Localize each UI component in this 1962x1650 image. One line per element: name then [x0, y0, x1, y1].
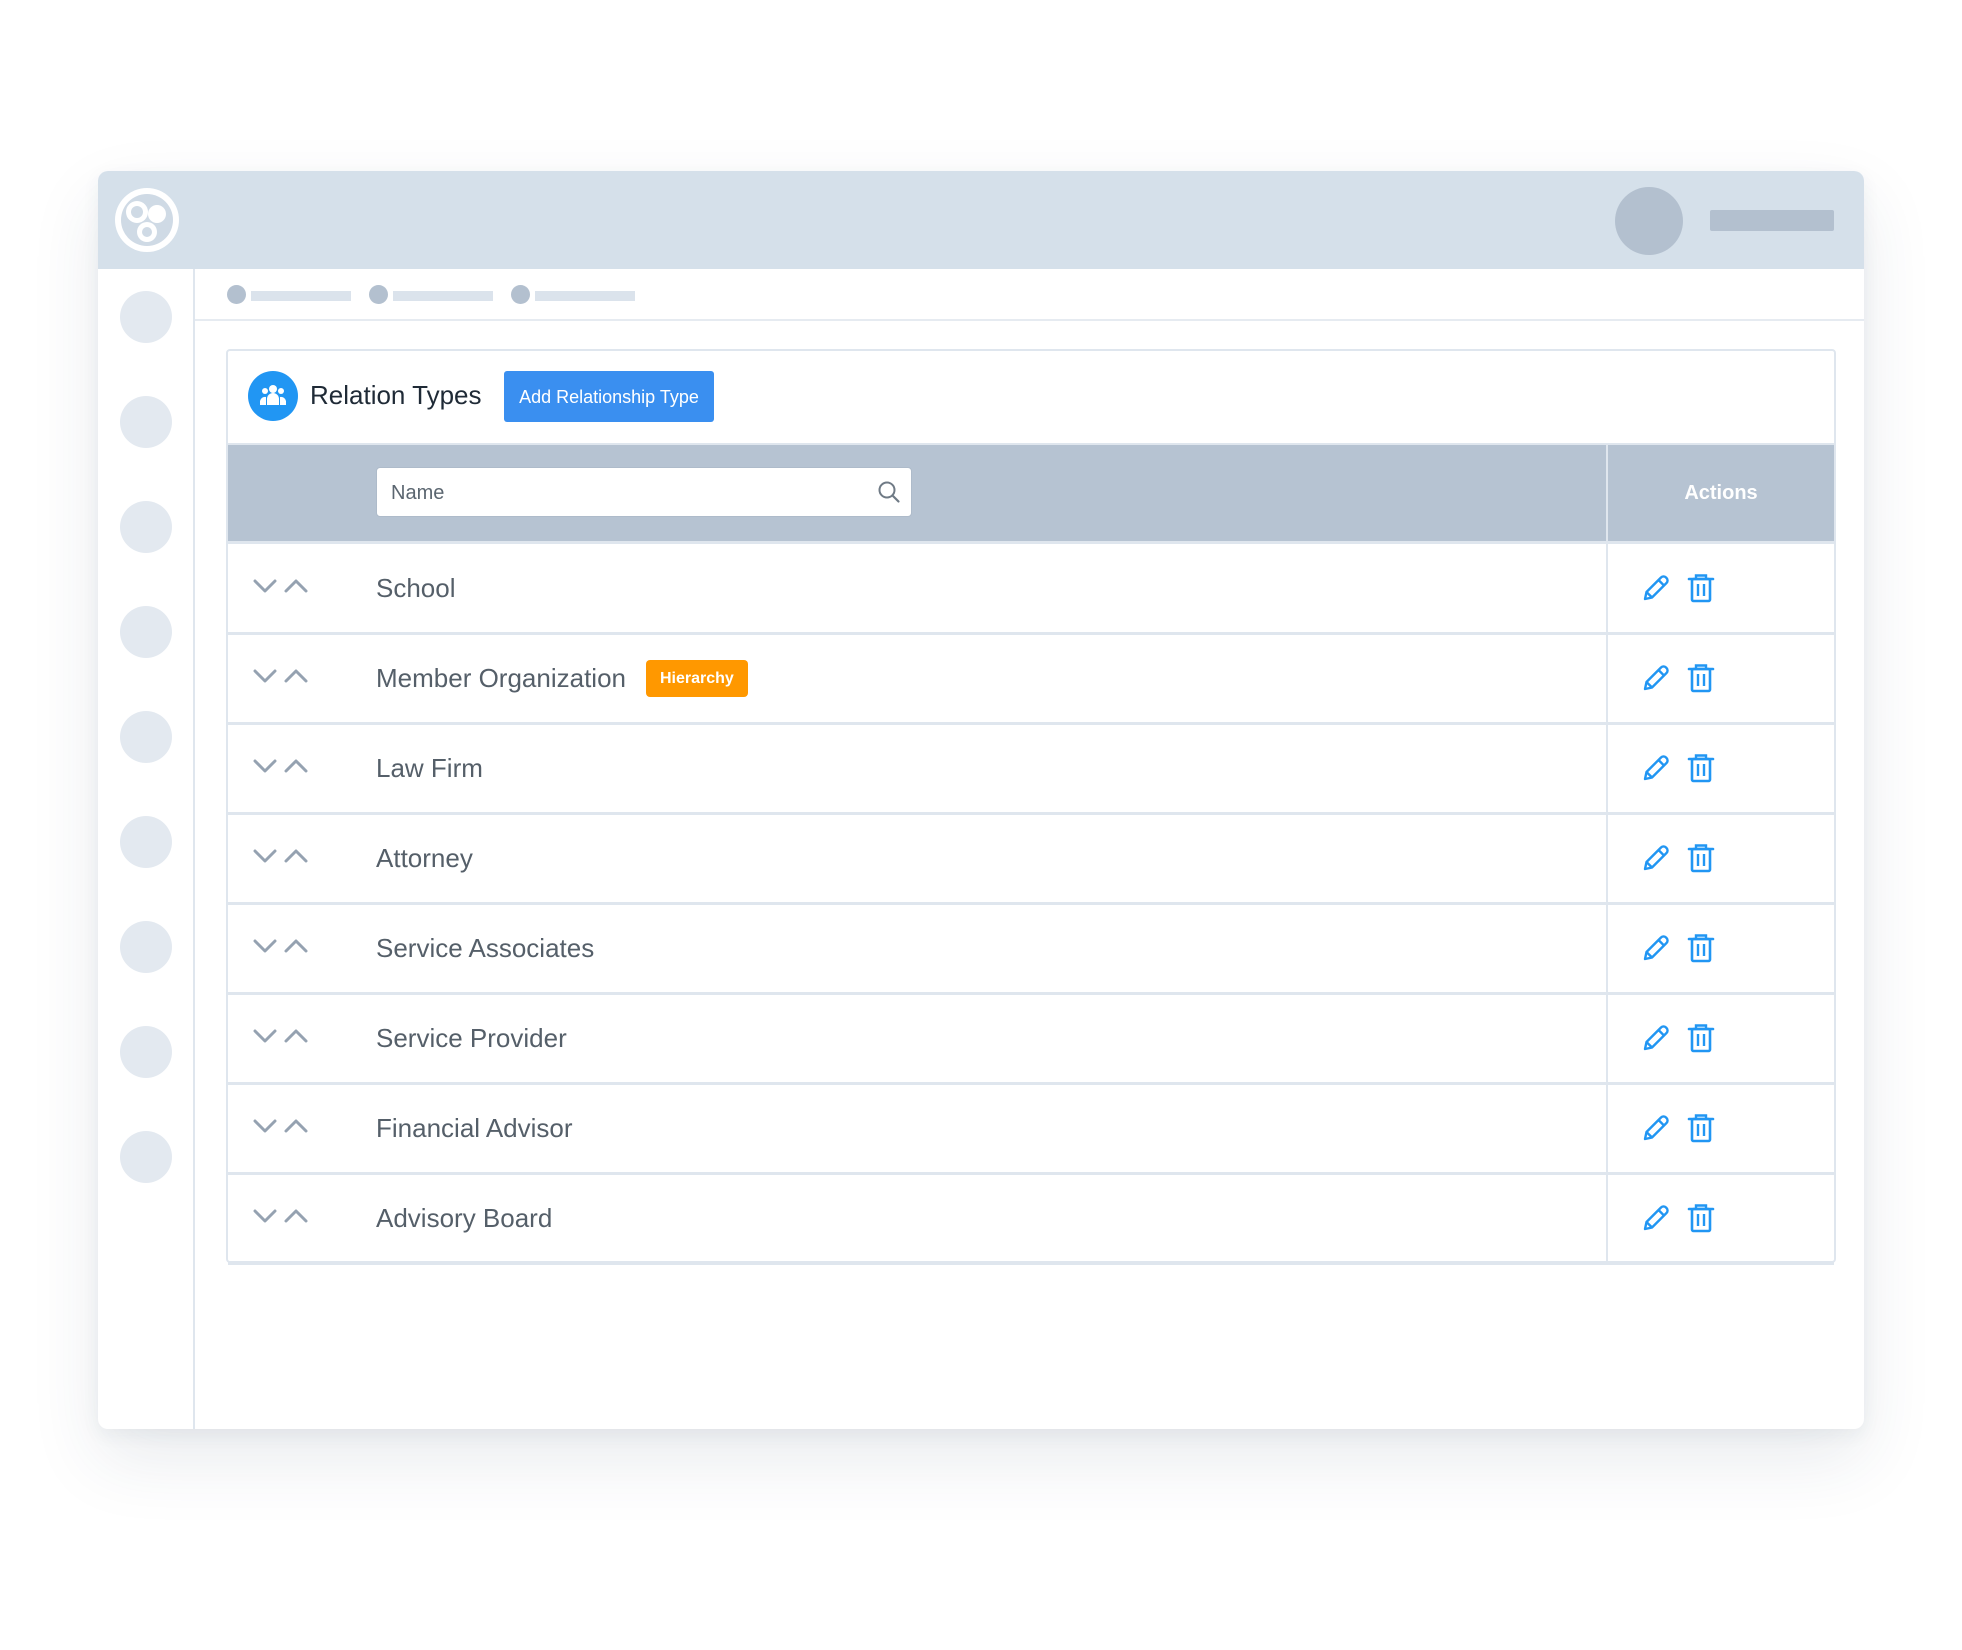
avatar[interactable]	[1615, 187, 1683, 255]
table-row: Advisory Board	[228, 1174, 1834, 1265]
sidebar-item[interactable]	[120, 816, 172, 868]
chevron-down-icon[interactable]	[252, 757, 278, 775]
breadcrumb	[195, 269, 1864, 321]
column-divider	[1606, 1174, 1608, 1265]
relation-type-name: Member Organization	[376, 663, 626, 693]
breadcrumb-dot	[511, 285, 530, 304]
table-row: Financial Advisor	[228, 1084, 1834, 1175]
panel-header: Relation Types Add Relationship Type	[228, 351, 1834, 445]
top-bar	[98, 171, 1864, 269]
breadcrumb-dot	[369, 285, 388, 304]
breadcrumb-item[interactable]	[251, 291, 351, 301]
table-row: Attorney	[228, 814, 1834, 905]
relation-type-name: Law Firm	[376, 753, 483, 783]
breadcrumb-dot	[227, 285, 246, 304]
chevron-up-icon[interactable]	[283, 937, 309, 955]
add-relationship-type-button[interactable]: Add Relationship Type	[504, 371, 714, 422]
pencil-edit-icon[interactable]	[1639, 1201, 1673, 1235]
chevron-down-icon[interactable]	[252, 847, 278, 865]
trash-delete-icon[interactable]	[1684, 841, 1718, 875]
column-divider	[1606, 994, 1608, 1085]
relation-type-name: Attorney	[376, 843, 473, 873]
trash-delete-icon[interactable]	[1684, 1021, 1718, 1055]
breadcrumb-item[interactable]	[535, 291, 635, 301]
chevron-up-icon[interactable]	[283, 1207, 309, 1225]
column-divider	[1606, 814, 1608, 905]
sidebar-item[interactable]	[120, 606, 172, 658]
column-divider	[1606, 904, 1608, 995]
trash-delete-icon[interactable]	[1684, 1201, 1718, 1235]
column-divider	[1606, 724, 1608, 815]
sidebar-item[interactable]	[120, 291, 172, 343]
hierarchy-badge: Hierarchy	[646, 660, 748, 697]
sidebar-item[interactable]	[120, 921, 172, 973]
pencil-edit-icon[interactable]	[1639, 931, 1673, 965]
relation-type-name: Financial Advisor	[376, 1113, 573, 1143]
username-placeholder	[1710, 210, 1834, 231]
pencil-edit-icon[interactable]	[1639, 661, 1673, 695]
trash-delete-icon[interactable]	[1684, 751, 1718, 785]
table-row: Member Organization Hierarchy	[228, 634, 1834, 725]
chevron-down-icon[interactable]	[252, 1207, 278, 1225]
relation-type-name: Service Provider	[376, 1023, 567, 1053]
table-row: Service Provider	[228, 994, 1834, 1085]
people-group-icon	[248, 371, 298, 421]
table-row: School	[228, 544, 1834, 635]
chevron-up-icon[interactable]	[283, 1117, 309, 1135]
trash-delete-icon[interactable]	[1684, 1111, 1718, 1145]
sidebar	[98, 269, 195, 1429]
relation-type-name: School	[376, 573, 456, 603]
sidebar-item[interactable]	[120, 396, 172, 448]
search-icon[interactable]	[877, 480, 901, 504]
chevron-up-icon[interactable]	[283, 847, 309, 865]
pencil-edit-icon[interactable]	[1639, 571, 1673, 605]
app-logo-icon[interactable]	[113, 186, 181, 254]
chevron-down-icon[interactable]	[252, 667, 278, 685]
sidebar-item[interactable]	[120, 501, 172, 553]
column-divider	[1606, 1084, 1608, 1175]
search-field[interactable]	[376, 467, 912, 518]
relation-type-name: Service Associates	[376, 933, 595, 963]
column-divider	[1606, 544, 1608, 635]
table-row: Law Firm	[228, 724, 1834, 815]
chevron-down-icon[interactable]	[252, 1117, 278, 1135]
chevron-up-icon[interactable]	[283, 577, 309, 595]
sidebar-item[interactable]	[120, 1026, 172, 1078]
page-title: Relation Types	[310, 380, 482, 410]
table-row: Service Associates	[228, 904, 1834, 995]
chevron-up-icon[interactable]	[283, 667, 309, 685]
chevron-up-icon[interactable]	[283, 1027, 309, 1045]
pencil-edit-icon[interactable]	[1639, 751, 1673, 785]
chevron-up-icon[interactable]	[283, 757, 309, 775]
search-input[interactable]	[377, 468, 873, 518]
breadcrumb-item[interactable]	[393, 291, 493, 301]
sidebar-item[interactable]	[120, 1131, 172, 1183]
column-divider	[1606, 634, 1608, 725]
app-window: Relation Types Add Relationship Type Act…	[98, 171, 1864, 1429]
chevron-down-icon[interactable]	[252, 1027, 278, 1045]
pencil-edit-icon[interactable]	[1639, 1111, 1673, 1145]
trash-delete-icon[interactable]	[1684, 931, 1718, 965]
pencil-edit-icon[interactable]	[1639, 1021, 1673, 1055]
trash-delete-icon[interactable]	[1684, 661, 1718, 695]
chevron-down-icon[interactable]	[252, 577, 278, 595]
sidebar-item[interactable]	[120, 711, 172, 763]
actions-column-header: Actions	[1684, 482, 1758, 504]
trash-delete-icon[interactable]	[1684, 571, 1718, 605]
chevron-down-icon[interactable]	[252, 937, 278, 955]
table-header: Actions	[228, 445, 1834, 544]
relation-type-name: Advisory Board	[376, 1203, 553, 1233]
relation-types-panel: Relation Types Add Relationship Type Act…	[226, 349, 1836, 1265]
pencil-edit-icon[interactable]	[1639, 841, 1673, 875]
